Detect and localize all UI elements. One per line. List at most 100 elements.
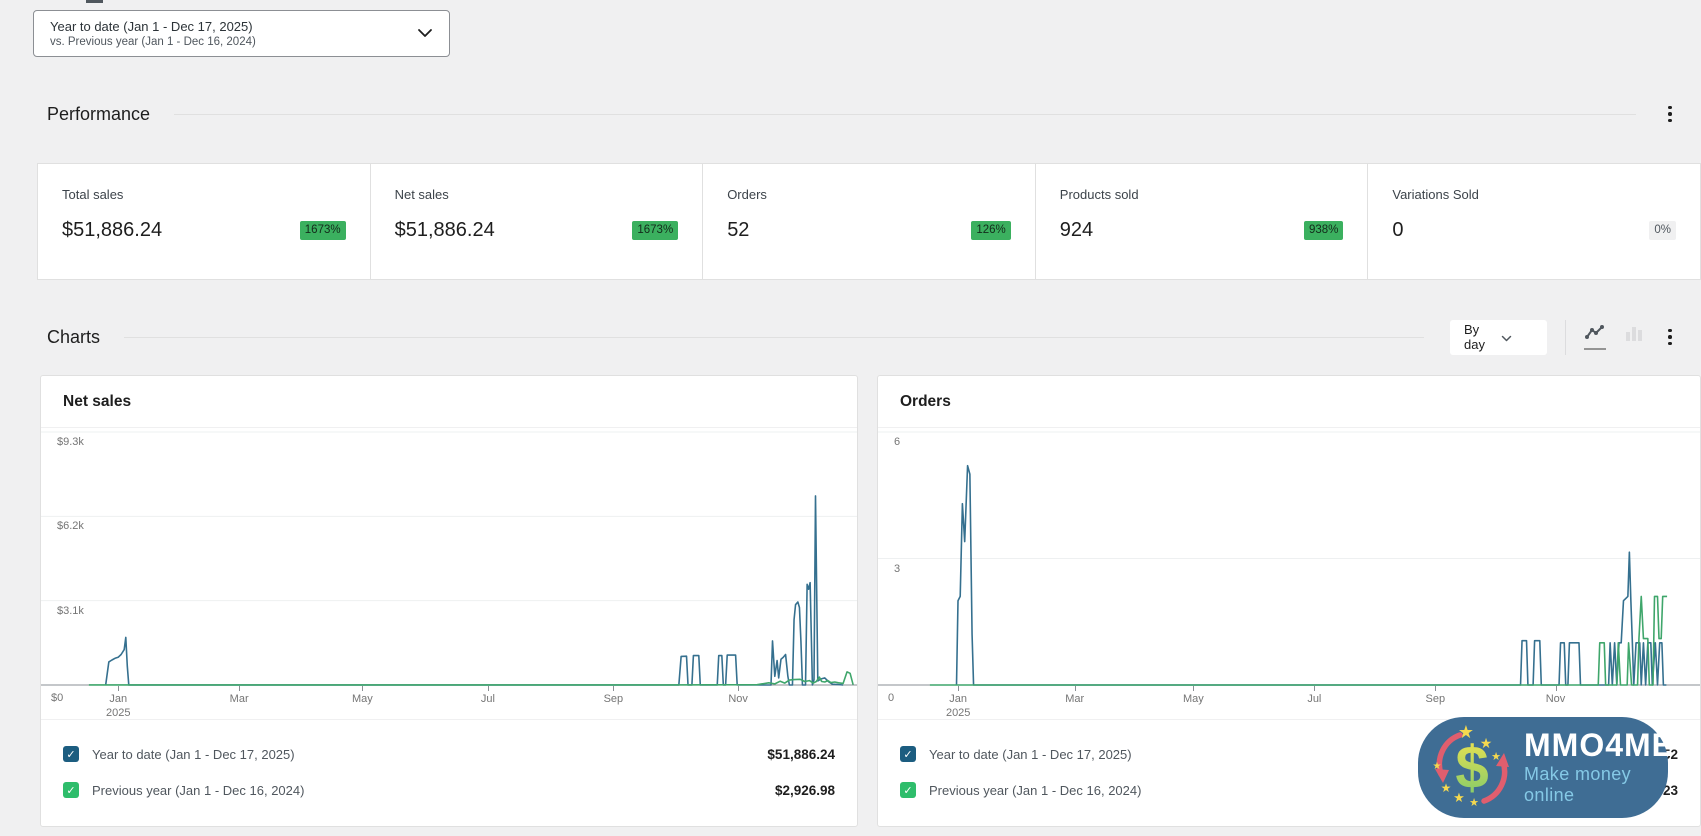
x-axis-tick: [613, 686, 614, 691]
x-axis-tick: [239, 686, 240, 691]
dollar-refresh-icon: $ ★ ★ ★ ★ ★ ★ ★: [1426, 722, 1518, 814]
line-chart-view-icon[interactable]: [1584, 324, 1606, 350]
svg-text:★: ★: [1491, 751, 1501, 763]
svg-text:★: ★: [1480, 735, 1493, 751]
y-zero-label: 0: [888, 692, 894, 704]
performance-menu-kebab-icon[interactable]: [1662, 103, 1678, 125]
metric-value: 52: [727, 219, 749, 242]
metric-change-badge: 938%: [1304, 221, 1343, 241]
x-axis-tick-label: May: [1183, 692, 1204, 706]
legend-row-current-period[interactable]: ✓ Year to date (Jan 1 - Dec 17, 2025) $5…: [63, 746, 835, 762]
line-chart-svg: [41, 428, 857, 686]
x-axis-tick-label: Mar: [1065, 692, 1084, 706]
y-axis-tick-label: $3.1k: [57, 605, 84, 617]
x-axis-tick-label: Nov: [728, 692, 748, 706]
metric-value: 924: [1060, 219, 1093, 242]
x-axis-tick-label: Sep: [604, 692, 624, 706]
charts-menu-kebab-icon[interactable]: [1662, 326, 1678, 348]
x-axis-tick-label: Jul: [481, 692, 495, 706]
mmo4me-watermark: $ ★ ★ ★ ★ ★ ★ ★ MMO4ME Make money online: [1418, 717, 1668, 818]
date-range-filter[interactable]: Year to date (Jan 1 - Dec 17, 2025) vs. …: [33, 10, 450, 57]
metric-value: 0: [1392, 219, 1403, 242]
chart-title: Net sales: [41, 376, 857, 428]
x-axis: $0 Jan2025 Mar May Jul Sep Nov: [41, 686, 857, 719]
metric-label: Net sales: [395, 187, 679, 202]
date-range-comparison: vs. Previous year (Jan 1 - Dec 16, 2024): [50, 36, 417, 48]
toolbar-divider: [1565, 320, 1566, 355]
metric-label: Products sold: [1060, 187, 1344, 202]
watermark-title: MMO4ME: [1524, 729, 1674, 762]
charts-title: Charts: [47, 327, 100, 348]
cropped-element-artifact: [86, 0, 103, 3]
x-axis-tick: [1075, 686, 1076, 691]
y-zero-label: $0: [51, 692, 63, 704]
chart-legend: ✓ Year to date (Jan 1 - Dec 17, 2025) $5…: [41, 719, 857, 826]
x-axis-tick: [738, 686, 739, 691]
x-axis: 0 Jan2025 Mar May Jul Sep Nov: [878, 686, 1700, 719]
checkbox-checked-icon[interactable]: ✓: [63, 782, 79, 798]
x-axis-tick-label: Jan2025: [946, 692, 970, 720]
legend-total: $2,926.98: [775, 783, 835, 798]
svg-text:★: ★: [1433, 761, 1442, 772]
performance-cards-row: Total sales $51,886.24 1673% Net sales $…: [37, 163, 1701, 280]
orders-plot: 63: [878, 428, 1700, 686]
watermark-subtitle: Make money online: [1524, 764, 1674, 806]
chart-title: Orders: [878, 376, 1700, 428]
svg-text:★: ★: [1453, 790, 1465, 805]
charts-section-header: Charts By day: [47, 317, 1678, 357]
y-axis-tick-label: 6: [894, 436, 900, 448]
section-divider-line: [174, 114, 1636, 115]
metric-value: $51,886.24: [62, 219, 162, 242]
y-axis-tick-label: $6.2k: [57, 520, 84, 532]
metric-card-total-sales[interactable]: Total sales $51,886.24 1673%: [38, 164, 370, 279]
x-axis-tick: [488, 686, 489, 691]
x-axis-tick: [958, 686, 959, 691]
x-axis-tick: [1435, 686, 1436, 691]
performance-title: Performance: [47, 104, 150, 125]
metric-label: Variations Sold: [1392, 187, 1676, 202]
watermark-text: MMO4ME Make money online: [1524, 729, 1674, 806]
metric-card-orders[interactable]: Orders 52 126%: [702, 164, 1035, 279]
net-sales-chart-card: Net sales $9.3k $6.2k $3.1k $0 Jan2025 Mar M…: [40, 375, 858, 827]
legend-label: Year to date (Jan 1 - Dec 17, 2025): [92, 747, 295, 762]
x-axis-tick: [362, 686, 363, 691]
x-axis-tick-label: Mar: [230, 692, 249, 706]
y-axis-tick-label: $9.3k: [57, 436, 84, 448]
metric-value: $51,886.24: [395, 219, 495, 242]
metric-change-badge: 1673%: [300, 221, 346, 241]
metric-change-badge: 1673%: [632, 221, 678, 241]
x-axis-tick-label: Jul: [1307, 692, 1321, 706]
x-axis-tick: [118, 686, 119, 691]
checkbox-checked-icon[interactable]: ✓: [900, 746, 916, 762]
y-axis-tick-label: 3: [894, 563, 900, 575]
net-sales-plot: $9.3k $6.2k $3.1k: [41, 428, 857, 686]
performance-section-header: Performance: [47, 100, 1678, 128]
x-axis-tick-label: May: [352, 692, 373, 706]
interval-select[interactable]: By day: [1450, 320, 1547, 355]
date-range-text: Year to date (Jan 1 - Dec 17, 2025) vs. …: [50, 19, 417, 48]
legend-label: Previous year (Jan 1 - Dec 16, 2024): [929, 783, 1141, 798]
metric-card-net-sales[interactable]: Net sales $51,886.24 1673%: [370, 164, 703, 279]
x-axis-tick-label: Nov: [1546, 692, 1566, 706]
checkbox-checked-icon[interactable]: ✓: [900, 782, 916, 798]
checkbox-checked-icon[interactable]: ✓: [63, 746, 79, 762]
metric-change-badge: 0%: [1649, 221, 1676, 241]
chevron-down-icon: [417, 25, 433, 43]
metric-card-variations-sold[interactable]: Variations Sold 0 0%: [1367, 164, 1700, 279]
x-axis-tick-label: Sep: [1426, 692, 1446, 706]
metric-label: Orders: [727, 187, 1011, 202]
x-axis-tick: [1193, 686, 1194, 691]
legend-label: Previous year (Jan 1 - Dec 16, 2024): [92, 783, 304, 798]
x-axis-tick-label: Jan2025: [106, 692, 130, 720]
metric-label: Total sales: [62, 187, 346, 202]
legend-total: $51,886.24: [767, 747, 835, 762]
bar-chart-view-icon[interactable]: [1624, 325, 1644, 349]
section-divider-line: [124, 337, 1424, 338]
x-axis-tick: [1314, 686, 1315, 691]
chevron-down-icon: [1501, 330, 1538, 345]
date-range-current: Year to date (Jan 1 - Dec 17, 2025): [50, 19, 417, 34]
legend-row-previous-period[interactable]: ✓ Previous year (Jan 1 - Dec 16, 2024) $…: [63, 782, 835, 798]
svg-text:★: ★: [1469, 797, 1479, 809]
metric-change-badge: 126%: [971, 221, 1010, 241]
metric-card-products-sold[interactable]: Products sold 924 938%: [1035, 164, 1368, 279]
